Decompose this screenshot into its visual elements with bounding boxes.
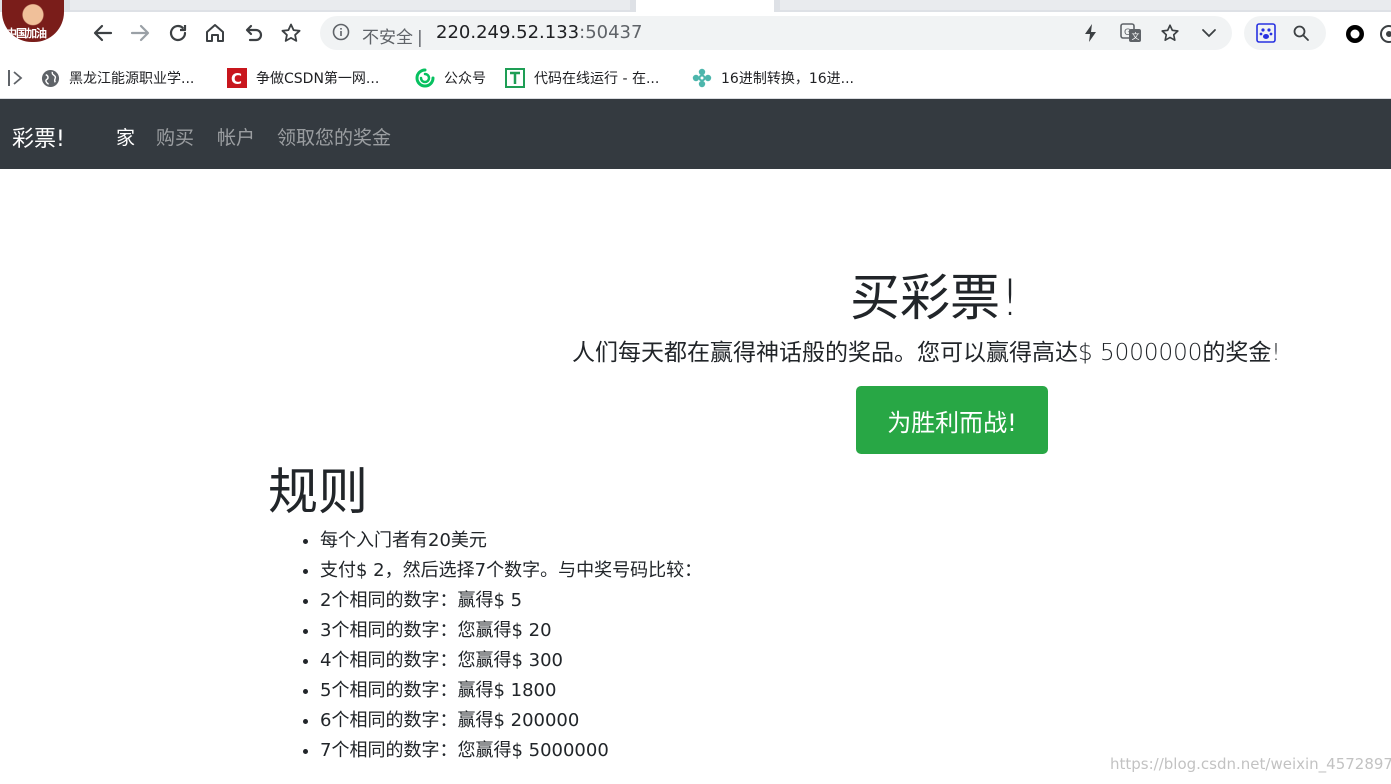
nav-link-home[interactable]: 家	[116, 123, 135, 150]
rule-item: 7个相同的数字：您赢得$ 5000000	[320, 736, 702, 766]
bookmark-label: 黑龙江能源职业学...	[69, 71, 195, 87]
bookmark-item[interactable]: 16进制转换，16进...	[692, 67, 854, 89]
chevron-down-icon[interactable]	[1200, 23, 1218, 47]
tab-active[interactable]	[636, 0, 774, 12]
rules-list: 每个入门者有20美元 支付$ 2，然后选择7个数字。与中奖号码比较： 2个相同的…	[280, 526, 702, 766]
reload-icon[interactable]	[165, 20, 191, 46]
search-engine-box[interactable]	[1244, 16, 1326, 50]
tab-inactive[interactable]	[780, 0, 1391, 10]
tab-strip	[0, 0, 1391, 12]
star-bookmark-icon[interactable]	[278, 20, 304, 46]
url-host: 220.249.52.133	[436, 22, 580, 43]
bookmark-item[interactable]: 黑龙江能源职业学...	[40, 67, 194, 89]
brand-logo[interactable]: 彩票!	[12, 121, 65, 153]
nav-link-claim-prize[interactable]: 领取您的奖金	[277, 123, 391, 150]
svg-text:文: 文	[1132, 31, 1140, 41]
sidebar-toggle-icon[interactable]	[6, 68, 24, 92]
address-separator: |	[417, 28, 423, 48]
bookmark-label: 公众号	[444, 71, 486, 87]
baidu-paw-icon[interactable]	[1256, 23, 1276, 47]
security-label: 不安全 |	[362, 23, 423, 48]
info-icon[interactable]	[332, 23, 350, 45]
nav-link-buy[interactable]: 购买	[156, 123, 194, 150]
avatar-text: 中国加油	[6, 27, 47, 40]
bookmark-label: 16进制转换，16进...	[721, 71, 854, 87]
extension-circle-icon[interactable]	[1344, 23, 1366, 49]
url-text: 220.249.52.133:50437	[436, 22, 642, 43]
code-runner-icon	[505, 68, 525, 88]
site-navbar: 彩票! 家 购买 帐户 领取您的奖金	[0, 99, 1391, 169]
wechat-icon	[415, 68, 435, 88]
bookmark-item[interactable]: C 争做CSDN第一网...	[227, 67, 379, 89]
rule-item: 每个入门者有20美元	[320, 526, 702, 556]
nav-link-account[interactable]: 帐户	[217, 123, 255, 150]
rules-title: 规则	[268, 463, 368, 521]
translate-icon[interactable]: G文	[1120, 23, 1142, 47]
rule-item: 5个相同的数字：赢得$ 1800	[320, 676, 702, 706]
watermark-text: https://blog.csdn.net/weixin_45728976	[1110, 755, 1391, 773]
star-icon[interactable]	[1160, 23, 1180, 47]
browser-toolbar: 不安全 | 220.249.52.133:50437 G文	[0, 12, 1391, 56]
rule-item: 4个相同的数字：您赢得$ 300	[320, 646, 702, 676]
search-icon[interactable]	[1292, 24, 1310, 46]
hero-lead: 人们每天都在赢得神话般的奖品。您可以赢得高达$ 5000000的奖金!	[572, 340, 1281, 366]
bookmarks-bar: 黑龙江能源职业学... C 争做CSDN第一网... 公众号 代码在线运行 - …	[0, 56, 1391, 99]
svg-text:C: C	[231, 70, 242, 88]
rule-item: 2个相同的数字：赢得$ 5	[320, 586, 702, 616]
lightning-icon[interactable]	[1082, 23, 1100, 47]
home-icon[interactable]	[202, 20, 228, 46]
extension-swirl-icon[interactable]	[1378, 23, 1391, 49]
bookmark-item[interactable]: 代码在线运行 - 在...	[505, 67, 659, 89]
globe-icon	[40, 68, 60, 88]
undo-icon[interactable]	[240, 20, 266, 46]
address-bar[interactable]: 不安全 | 220.249.52.133:50437 G文	[320, 16, 1232, 50]
url-port: :50437	[579, 22, 643, 43]
gear-flower-icon	[692, 68, 712, 88]
back-arrow-icon[interactable]	[90, 20, 116, 46]
rule-item: 6个相同的数字：赢得$ 200000	[320, 706, 702, 736]
bookmark-label: 争做CSDN第一网...	[256, 71, 380, 87]
csdn-icon: C	[227, 68, 247, 88]
fight-for-win-button[interactable]: 为胜利而战!	[856, 386, 1048, 454]
bookmark-item[interactable]: 公众号	[415, 67, 486, 89]
forward-arrow-icon[interactable]	[127, 20, 153, 46]
rule-item: 支付$ 2，然后选择7个数字。与中奖号码比较：	[320, 556, 702, 586]
tab-inactive[interactable]	[70, 0, 630, 10]
hero-title: 买彩票!	[850, 269, 1021, 327]
rule-item: 3个相同的数字：您赢得$ 20	[320, 616, 702, 646]
security-text: 不安全	[362, 28, 413, 48]
bookmark-label: 代码在线运行 - 在...	[534, 71, 660, 87]
